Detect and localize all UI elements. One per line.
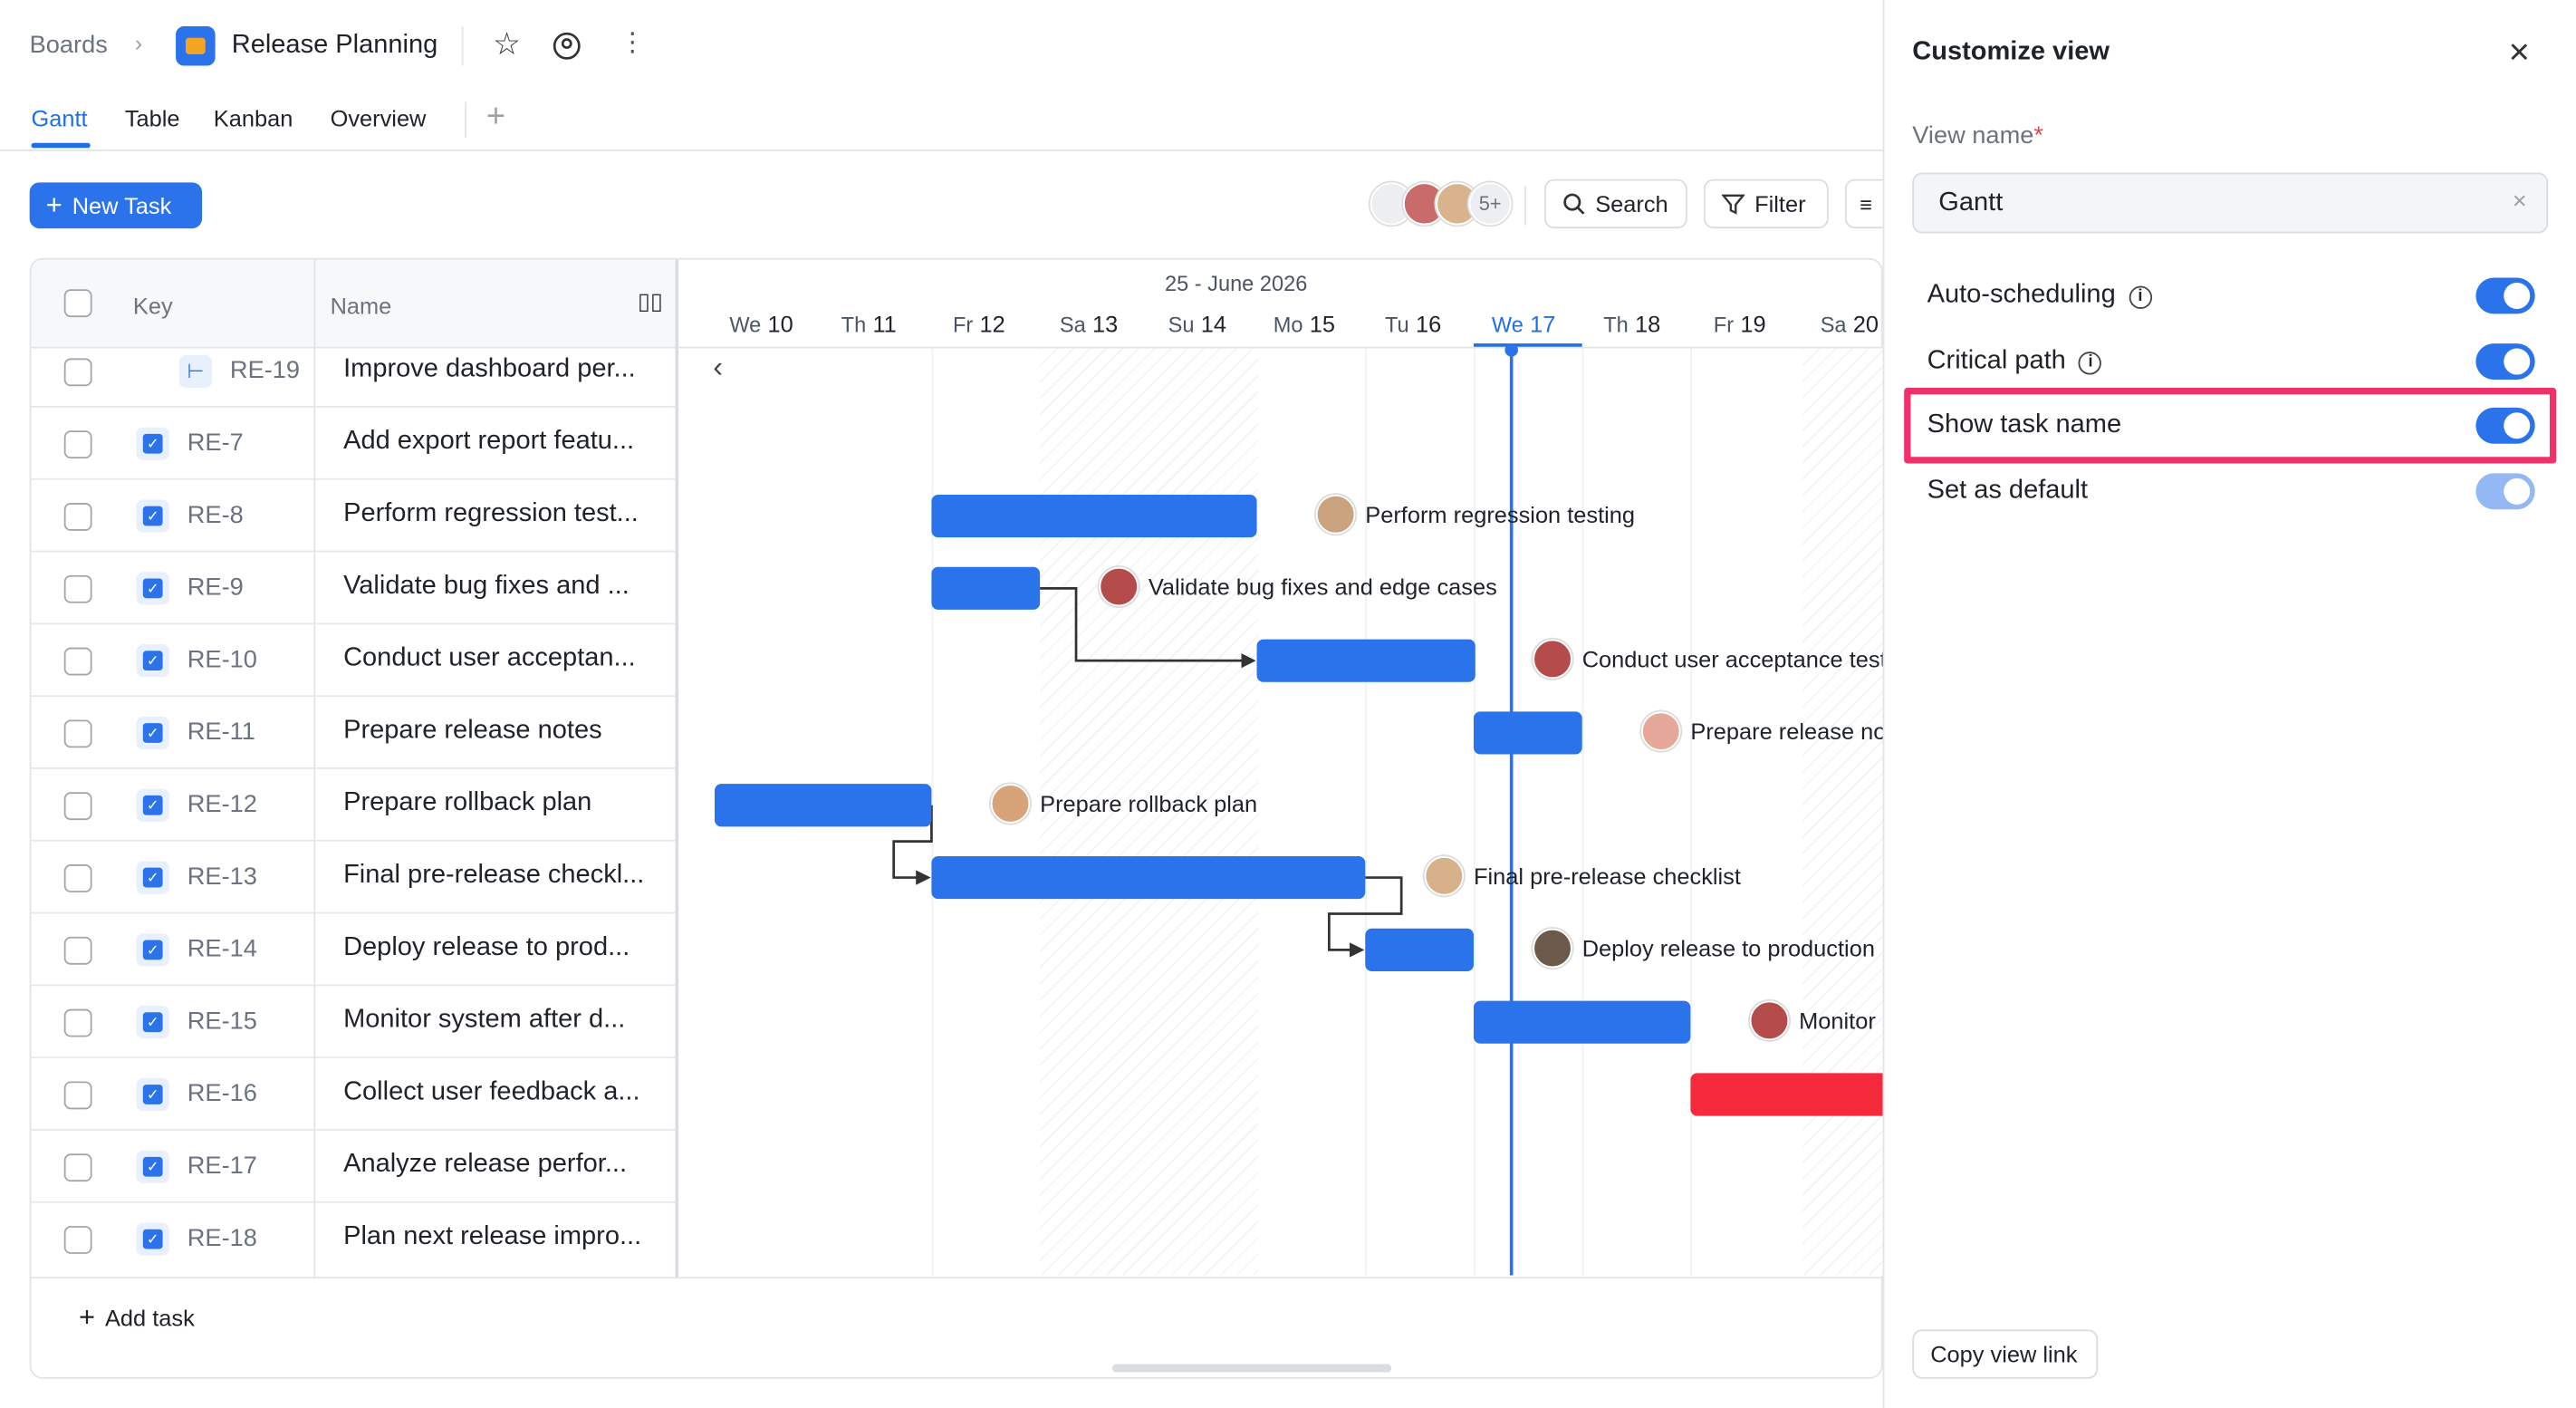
copy-view-link-label: Copy view link <box>1930 1341 2078 1368</box>
avatar <box>1533 928 1572 969</box>
customize-view-panel: Customize view × View name* Gantt × Auto… <box>1882 0 2576 1408</box>
view-name-value: Gantt <box>1938 188 2004 217</box>
copy-view-link-button[interactable]: Copy view link <box>1912 1329 2099 1379</box>
option-label: Show task name <box>1927 410 2122 439</box>
avatar <box>990 784 1031 824</box>
toggle-show-task-name[interactable] <box>2475 407 2535 444</box>
avatar <box>1424 855 1465 896</box>
gantt-bar-label: Prepare release no <box>1640 711 1886 751</box>
avatar <box>1749 1000 1790 1041</box>
gantt-bar[interactable] <box>931 855 1366 900</box>
toggle-set-as-default[interactable] <box>2475 473 2535 510</box>
panel-title: Customize view <box>1912 37 2110 66</box>
option-label: Critical path i <box>1927 347 2102 377</box>
gantt-bar[interactable] <box>931 494 1257 538</box>
close-icon[interactable]: × <box>2509 31 2530 73</box>
gantt-bar-critical[interactable] <box>1690 1073 1883 1116</box>
clear-icon[interactable]: × <box>2513 188 2527 216</box>
gantt-bar-label: Conduct user acceptance test <box>1533 639 1887 680</box>
view-name-input[interactable]: Gantt × <box>1912 172 2549 234</box>
info-icon[interactable]: i <box>2079 352 2102 375</box>
gantt-bar-label: Validate bug fixes and edge cases <box>1099 566 1497 607</box>
gantt-bar-label: Final pre-release checklist <box>1424 855 1741 896</box>
gantt-bar-label: Monitor <box>1749 1000 1876 1041</box>
avatar <box>1315 494 1356 535</box>
info-icon[interactable]: i <box>2129 285 2152 309</box>
gantt-bar-label: Perform regression testing <box>1315 494 1635 535</box>
avatar <box>1533 639 1572 680</box>
gantt-bar-label: Deploy release to production <box>1533 928 1875 969</box>
gantt-bar[interactable] <box>1256 639 1475 682</box>
toggle-critical-path[interactable] <box>2475 343 2535 380</box>
gantt-bar[interactable] <box>931 566 1041 610</box>
gantt-bar[interactable] <box>1473 1000 1691 1044</box>
option-label: Auto-scheduling i <box>1927 281 2152 311</box>
gantt-bar[interactable] <box>1473 711 1582 755</box>
gantt-bar[interactable] <box>1365 928 1474 971</box>
toggle-auto-scheduling[interactable] <box>2475 277 2535 314</box>
gantt-bar-label: Prepare rollback plan <box>990 784 1257 824</box>
dependency-lines <box>892 586 1403 958</box>
avatar <box>1640 711 1681 751</box>
option-label: Set as default <box>1927 477 2089 505</box>
view-name-label: View name* <box>1912 121 2043 150</box>
avatar <box>1099 566 1139 607</box>
gantt-bar[interactable] <box>715 784 932 827</box>
